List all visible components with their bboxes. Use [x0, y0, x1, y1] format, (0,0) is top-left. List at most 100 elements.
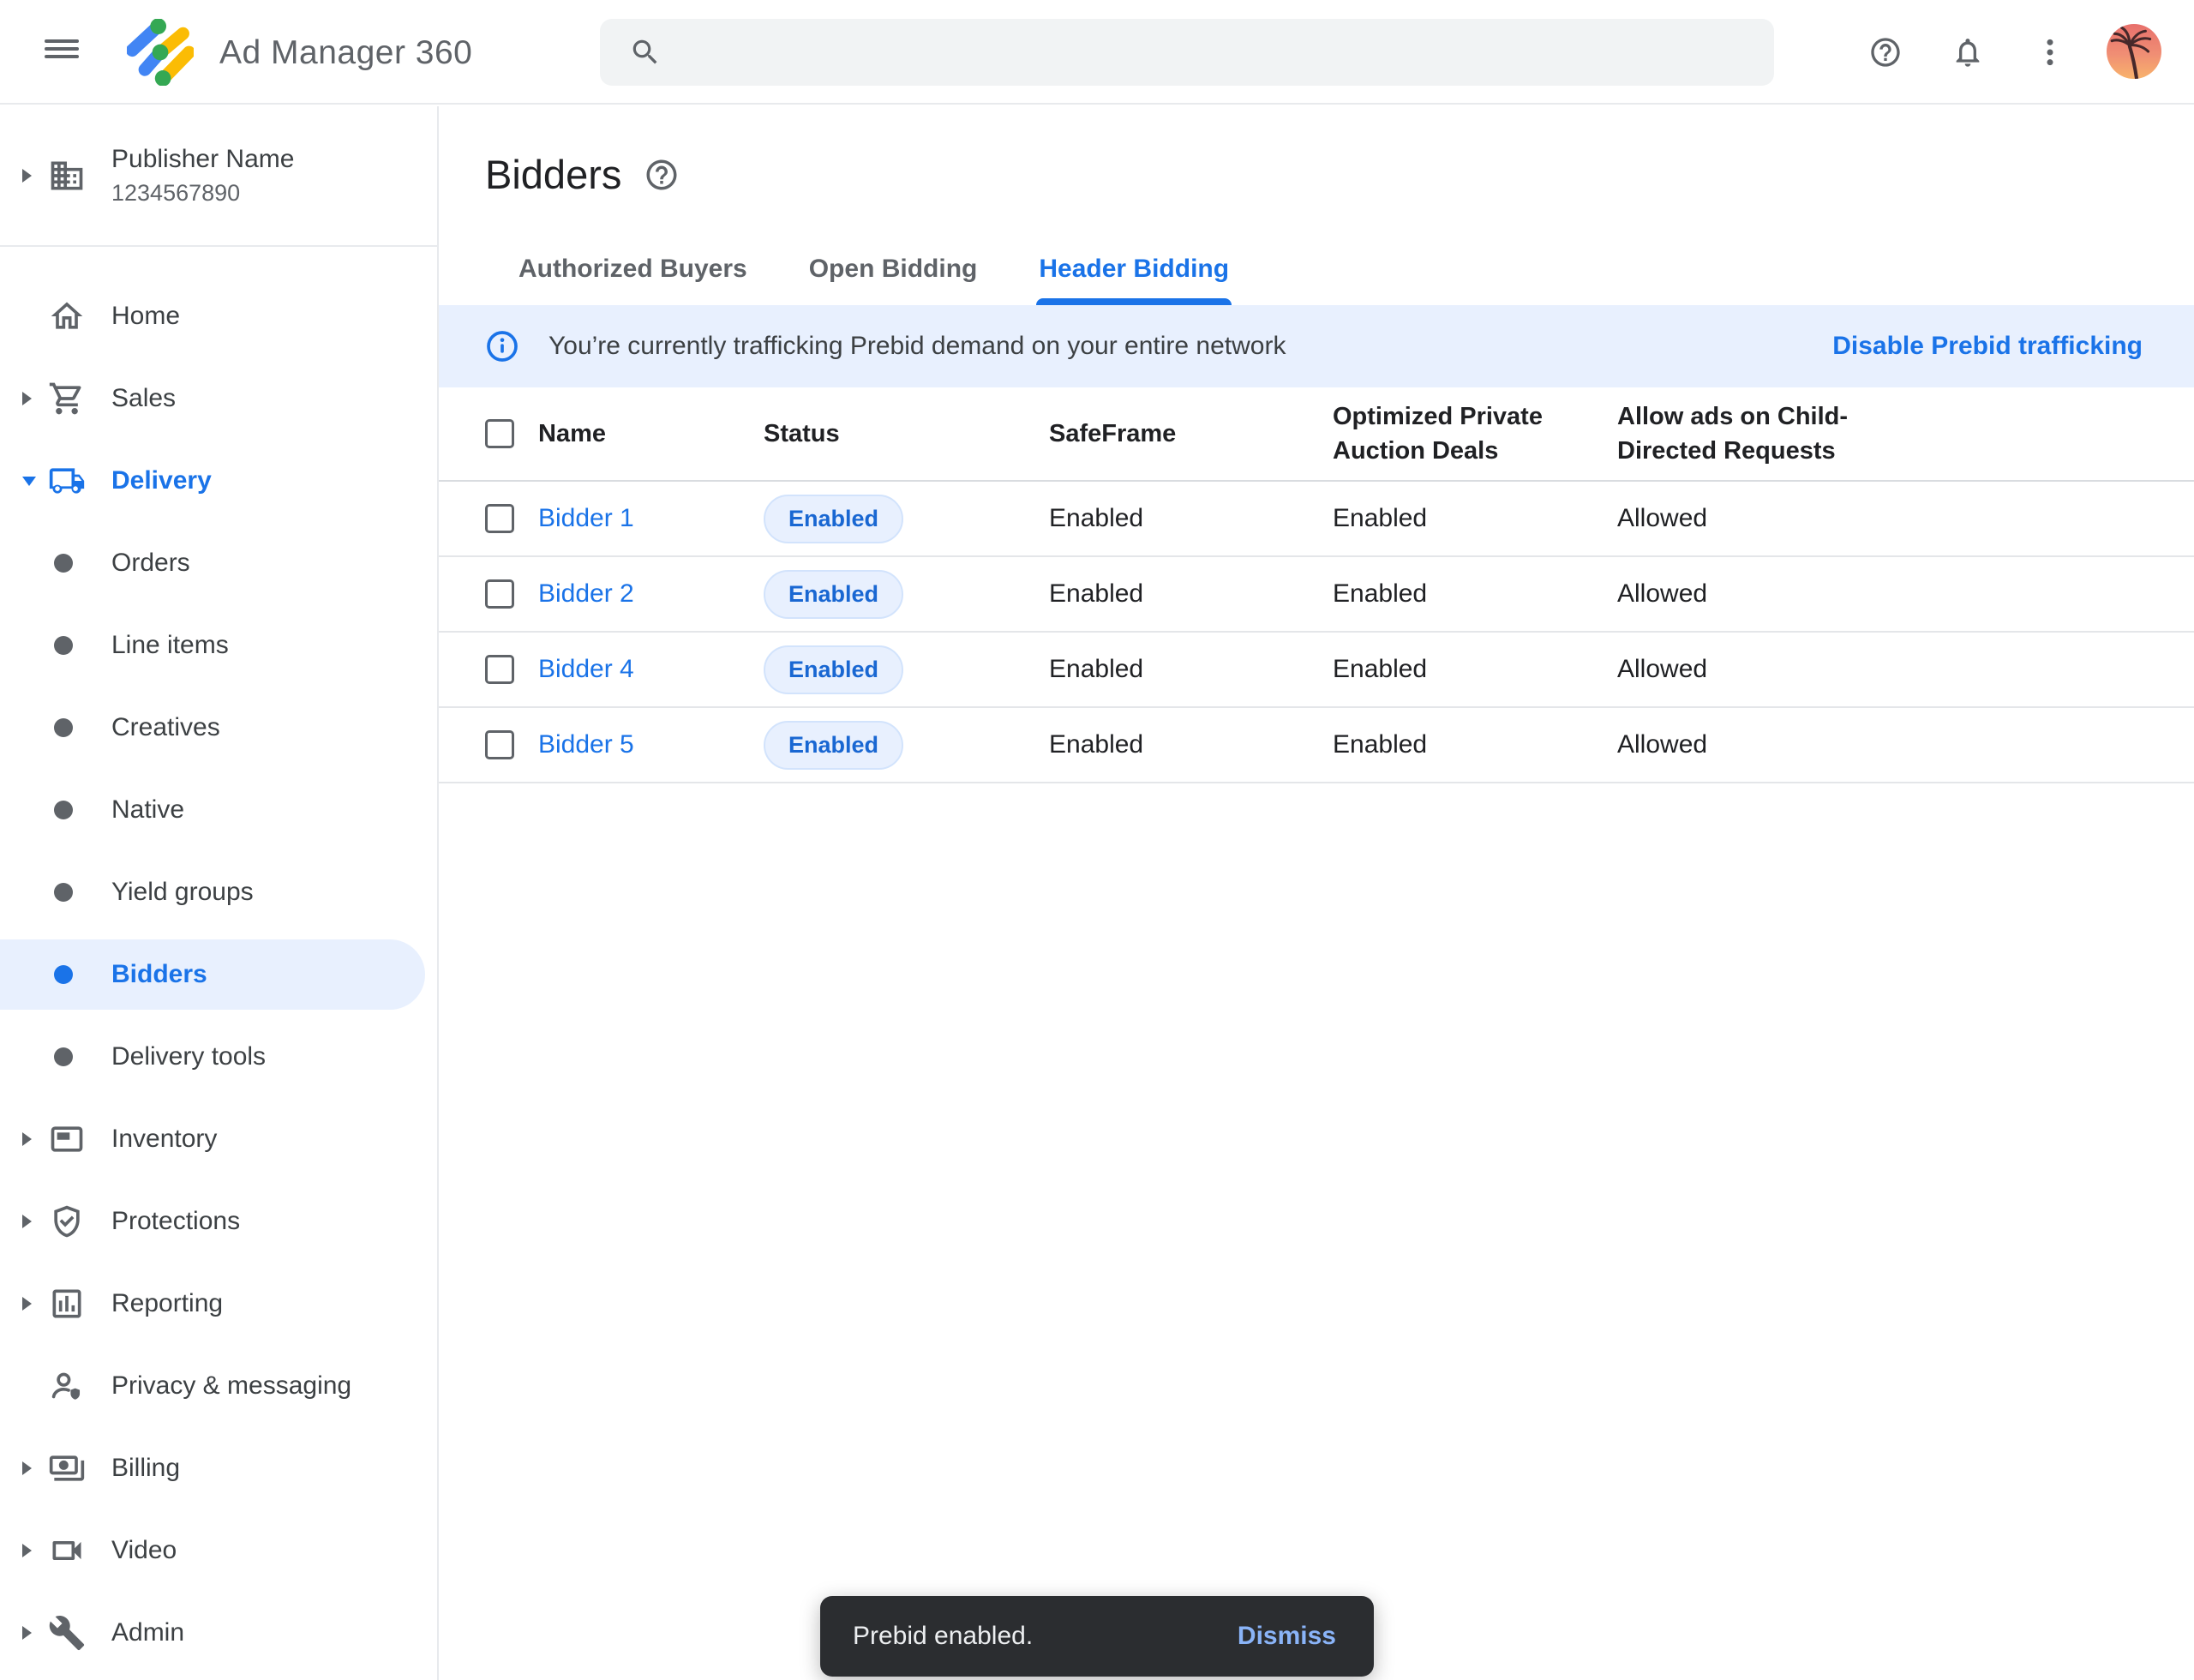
table-row: Bidder 5 Enabled Enabled Enabled Allowed	[439, 708, 2194, 783]
top-app-bar: Ad Manager 360	[0, 0, 2194, 105]
wrench-icon	[48, 1614, 111, 1652]
global-search	[600, 19, 1774, 86]
dismiss-button[interactable]: Dismiss	[1238, 1622, 1336, 1651]
bidder-link[interactable]: Bidder 1	[538, 504, 634, 532]
sidebar-item-label: Sales	[111, 384, 176, 413]
sidebar-item-creatives[interactable]: Creatives	[0, 687, 437, 769]
row-checkbox[interactable]	[485, 655, 514, 684]
building-icon	[48, 157, 111, 195]
expand-arrow-icon	[22, 1132, 32, 1146]
sidebar-item-label: Video	[111, 1536, 177, 1565]
sidebar-item-orders[interactable]: Orders	[0, 522, 437, 604]
sidebar-item-label: Delivery tools	[111, 1042, 266, 1071]
bidder-link[interactable]: Bidder 2	[538, 579, 634, 608]
column-header-name: Name	[538, 420, 764, 448]
bidders-tabs: Authorized Buyers Open Bidding Header Bi…	[516, 233, 1232, 305]
expand-arrow-icon	[22, 392, 32, 405]
expand-arrow-icon	[22, 169, 32, 183]
bullet-icon	[54, 965, 73, 984]
hamburger-menu-icon[interactable]	[45, 39, 79, 63]
page-help-icon[interactable]	[644, 157, 680, 193]
avatar[interactable]	[2107, 24, 2161, 79]
search-input[interactable]	[662, 19, 1774, 86]
prebid-info-banner: You’re currently trafficking Prebid dema…	[439, 305, 2194, 387]
bullet-icon	[54, 801, 73, 819]
bidder-link[interactable]: Bidder 4	[538, 655, 634, 683]
column-header-status: Status	[764, 420, 1049, 448]
child-directed-value: Allowed	[1617, 504, 2185, 533]
select-all-checkbox[interactable]	[485, 419, 514, 448]
sidebar-item-video[interactable]: Video	[0, 1509, 437, 1592]
sidebar-item-label: Admin	[111, 1618, 184, 1647]
sidebar-item-reporting[interactable]: Reporting	[0, 1263, 437, 1345]
sidebar-item-label: Line items	[111, 631, 229, 660]
page-title: Bidders	[485, 151, 621, 198]
publisher-name: Publisher Name	[111, 145, 294, 174]
sidebar-item-delivery-tools[interactable]: Delivery tools	[0, 1016, 437, 1098]
sidebar-item-bidders[interactable]: Bidders	[0, 939, 425, 1010]
tab-authorized-buyers[interactable]: Authorized Buyers	[516, 233, 750, 305]
safeframe-value: Enabled	[1049, 579, 1333, 609]
sidebar-item-delivery[interactable]: Delivery	[0, 440, 437, 522]
sidebar-item-privacy-messaging[interactable]: Privacy & messaging	[0, 1345, 437, 1427]
sidebar-item-label: Protections	[111, 1207, 240, 1236]
sidebar-item-admin[interactable]: Admin	[0, 1592, 437, 1674]
sidebar-item-label: Orders	[111, 549, 190, 578]
video-camera-icon	[48, 1532, 111, 1569]
table-row: Bidder 1 Enabled Enabled Enabled Allowed	[439, 482, 2194, 557]
sidebar-item-line-items[interactable]: Line items	[0, 604, 437, 687]
opa-deals-value: Enabled	[1333, 579, 1617, 609]
sidebar-item-native[interactable]: Native	[0, 769, 437, 851]
more-vert-icon[interactable]	[2033, 35, 2067, 69]
truck-icon	[48, 462, 111, 500]
sidebar-item-sales[interactable]: Sales	[0, 357, 437, 440]
row-checkbox[interactable]	[485, 730, 514, 759]
sidebar-item-inventory[interactable]: Inventory	[0, 1098, 437, 1180]
bullet-icon	[54, 1047, 73, 1066]
sidebar-item-protections[interactable]: Protections	[0, 1180, 437, 1263]
safeframe-value: Enabled	[1049, 504, 1333, 533]
expand-arrow-icon	[22, 1461, 32, 1475]
sidebar-item-label: Delivery	[111, 466, 212, 495]
child-directed-value: Allowed	[1617, 655, 2185, 684]
expand-arrow-icon	[22, 1215, 32, 1228]
publisher-account-id: 1234567890	[111, 180, 294, 207]
person-badge-icon	[48, 1367, 111, 1405]
banner-message: You’re currently trafficking Prebid dema…	[548, 332, 1286, 361]
status-badge[interactable]: Enabled	[764, 721, 903, 770]
sidebar-item-label: Reporting	[111, 1289, 223, 1318]
tab-open-bidding[interactable]: Open Bidding	[806, 233, 980, 305]
sidebar-item-home[interactable]: Home	[0, 275, 437, 357]
bullet-icon	[54, 554, 73, 573]
sidebar-item-billing[interactable]: Billing	[0, 1427, 437, 1509]
notifications-bell-icon[interactable]	[1951, 35, 1985, 69]
bidder-link[interactable]: Bidder 5	[538, 730, 634, 759]
search-icon	[629, 36, 662, 69]
bar-chart-icon	[48, 1285, 111, 1323]
safeframe-value: Enabled	[1049, 730, 1333, 759]
status-badge[interactable]: Enabled	[764, 570, 903, 619]
sidebar-item-label: Home	[111, 302, 180, 331]
child-directed-value: Allowed	[1617, 730, 2185, 759]
toast-message: Prebid enabled.	[853, 1622, 1033, 1651]
disable-prebid-trafficking-link[interactable]: Disable Prebid trafficking	[1832, 332, 2143, 361]
app-title: Ad Manager 360	[219, 34, 472, 72]
safeframe-value: Enabled	[1049, 655, 1333, 684]
sidebar-item-yield-groups[interactable]: Yield groups	[0, 851, 437, 933]
row-checkbox[interactable]	[485, 504, 514, 533]
table-row: Bidder 2 Enabled Enabled Enabled Allowed	[439, 557, 2194, 633]
snackbar-toast: Prebid enabled. Dismiss	[820, 1596, 1374, 1677]
column-header-optimized-private-auction-deals: Optimized Private Auction Deals	[1333, 399, 1590, 468]
sidebar-item-label: Bidders	[111, 960, 207, 989]
home-icon	[48, 297, 111, 335]
help-icon[interactable]	[1868, 35, 1903, 69]
status-badge[interactable]: Enabled	[764, 495, 903, 543]
tab-header-bidding[interactable]: Header Bidding	[1036, 233, 1232, 305]
sidebar-item-label: Creatives	[111, 713, 220, 742]
publisher-account-switcher[interactable]: Publisher Name 1234567890	[0, 106, 437, 247]
status-badge[interactable]: Enabled	[764, 645, 903, 694]
row-checkbox[interactable]	[485, 579, 514, 609]
table-header-row: Name Status SafeFrame Optimized Private …	[439, 387, 2194, 482]
shield-check-icon	[48, 1203, 111, 1240]
child-directed-value: Allowed	[1617, 579, 2185, 609]
